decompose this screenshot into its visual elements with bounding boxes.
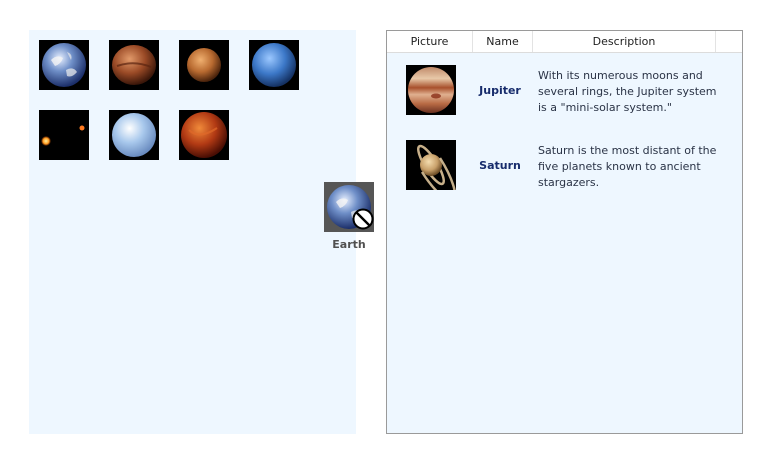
mars-icon[interactable]: [109, 40, 159, 90]
saturn-icon: [406, 140, 456, 190]
list-header: Picture Name Description: [387, 31, 742, 53]
list-row-description: With its numerous moons and several ring…: [538, 69, 717, 114]
pluto-icon[interactable]: [39, 110, 89, 160]
venus-icon[interactable]: [179, 110, 229, 160]
earth-icon[interactable]: [39, 40, 89, 90]
app-window: Earth Picture Name Description Jupiter W…: [0, 0, 773, 463]
list-row-description: Saturn is the most distant of the five p…: [538, 144, 717, 189]
list-row-name: Saturn: [479, 159, 521, 172]
planet-gallery[interactable]: [29, 30, 356, 434]
neptune-icon[interactable]: [249, 40, 299, 90]
column-header-name[interactable]: Name: [473, 31, 533, 52]
mercury-icon[interactable]: [179, 40, 229, 90]
planet-list[interactable]: Picture Name Description Jupiter With it…: [386, 30, 743, 434]
drag-label: Earth: [332, 238, 366, 251]
list-row[interactable]: Saturn Saturn is the most distant of the…: [387, 137, 742, 197]
list-row[interactable]: Jupiter With its numerous moons and seve…: [387, 62, 742, 122]
list-row-name: Jupiter: [479, 84, 521, 97]
no-drop-icon: [352, 208, 374, 230]
uranus-icon[interactable]: [109, 110, 159, 160]
column-header-picture[interactable]: Picture: [387, 31, 473, 52]
column-header-description[interactable]: Description: [533, 31, 716, 52]
jupiter-icon: [406, 65, 456, 115]
